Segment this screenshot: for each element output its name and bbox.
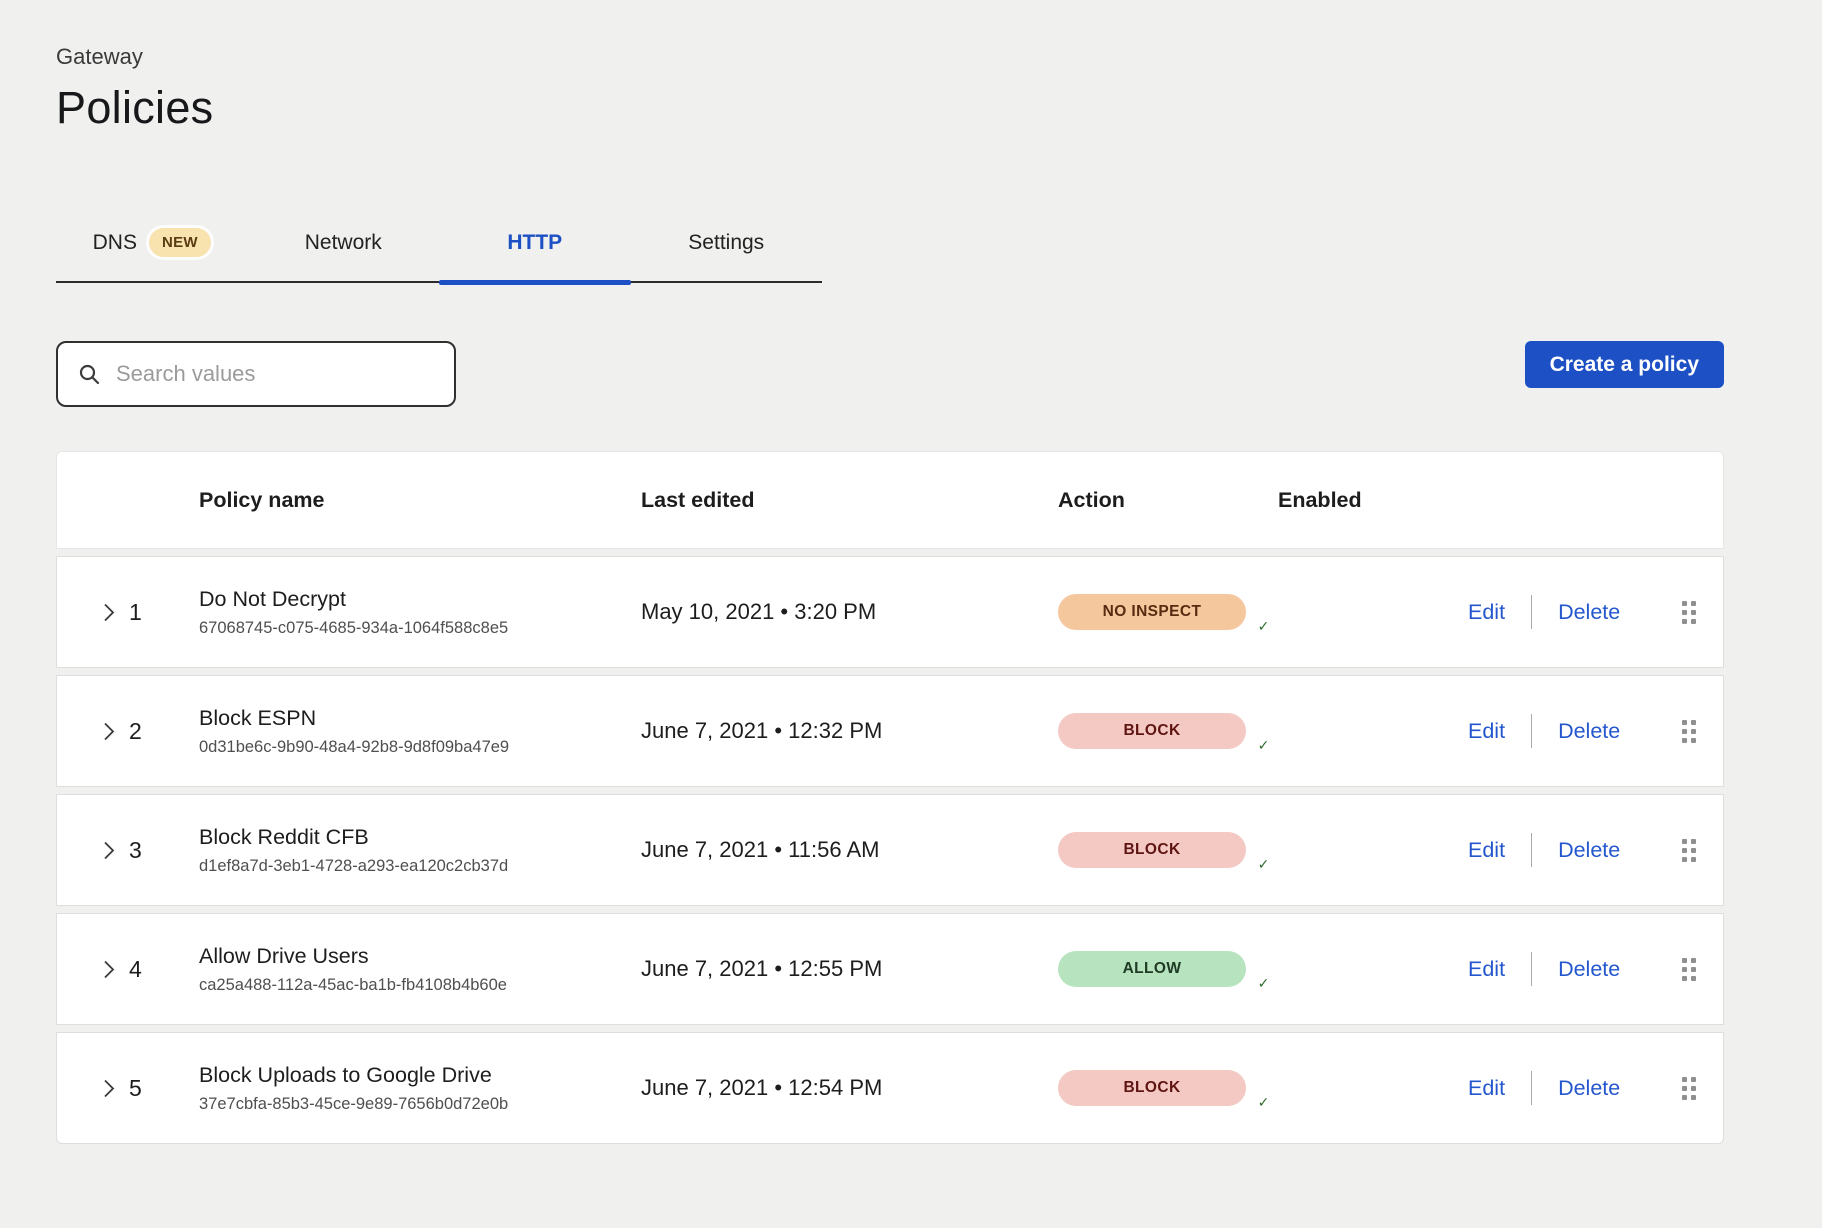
last-edited: June 7, 2021 • 12:55 PM	[641, 956, 1058, 982]
delete-link[interactable]: Delete	[1558, 600, 1620, 625]
toggle-check-icon: ✓	[1252, 1091, 1275, 1114]
edit-link[interactable]: Edit	[1468, 600, 1505, 625]
page-content: Gateway Policies DNS NEW Network HTTP Se…	[56, 0, 1724, 1144]
row-number: 4	[129, 956, 199, 983]
edit-link[interactable]: Edit	[1468, 838, 1505, 863]
actions-divider	[1531, 952, 1532, 986]
create-policy-button[interactable]: Create a policy	[1525, 341, 1724, 388]
tab-dns-label: DNS	[93, 231, 137, 255]
tab-settings-label: Settings	[688, 231, 764, 255]
last-edited: May 10, 2021 • 3:20 PM	[641, 599, 1058, 625]
edit-link[interactable]: Edit	[1468, 957, 1505, 982]
search-box	[56, 341, 456, 407]
expand-row-chevron-icon[interactable]	[96, 956, 122, 982]
tab-network-label: Network	[305, 231, 382, 255]
policy-uuid: d1ef8a7d-3eb1-4728-a293-ea120c2cb37d	[199, 857, 641, 876]
column-header-enabled: Enabled	[1278, 488, 1468, 513]
drag-handle-icon[interactable]	[1682, 601, 1696, 624]
policy-name: Do Not Decrypt	[199, 587, 641, 612]
last-edited: June 7, 2021 • 11:56 AM	[641, 837, 1058, 863]
table-row: 5 Block Uploads to Google Drive 37e7cbfa…	[56, 1032, 1724, 1144]
delete-link[interactable]: Delete	[1558, 838, 1620, 863]
edit-link[interactable]: Edit	[1468, 1076, 1505, 1101]
policy-name: Block ESPN	[199, 706, 641, 731]
delete-link[interactable]: Delete	[1558, 957, 1620, 982]
policy-uuid: 67068745-c075-4685-934a-1064f588c8e5	[199, 619, 641, 638]
policy-name: Block Uploads to Google Drive	[199, 1063, 641, 1088]
expand-row-chevron-icon[interactable]	[96, 837, 122, 863]
column-header-action: Action	[1058, 488, 1278, 513]
policy-name-cell: Block Uploads to Google Drive 37e7cbfa-8…	[199, 1063, 641, 1114]
search-icon	[77, 362, 101, 386]
drag-handle-icon[interactable]	[1682, 1077, 1696, 1100]
row-actions: Edit Delete	[1468, 833, 1658, 867]
last-edited: June 7, 2021 • 12:32 PM	[641, 718, 1058, 744]
edit-link[interactable]: Edit	[1468, 719, 1505, 744]
policy-name: Allow Drive Users	[199, 944, 641, 969]
tab-http-label: HTTP	[507, 231, 562, 255]
search-input[interactable]	[116, 361, 435, 387]
new-badge: NEW	[149, 228, 211, 257]
tab-http[interactable]: HTTP	[439, 228, 631, 281]
policy-name-cell: Do Not Decrypt 67068745-c075-4685-934a-1…	[199, 587, 641, 638]
tab-dns[interactable]: DNS NEW	[56, 228, 248, 281]
actions-divider	[1531, 1071, 1532, 1105]
row-actions: Edit Delete	[1468, 595, 1658, 629]
expand-row-chevron-icon[interactable]	[96, 599, 122, 625]
column-header-policy-name: Policy name	[199, 488, 641, 513]
policy-name-cell: Allow Drive Users ca25a488-112a-45ac-ba1…	[199, 944, 641, 995]
policy-name: Block Reddit CFB	[199, 825, 641, 850]
actions-divider	[1531, 833, 1532, 867]
row-actions: Edit Delete	[1468, 1071, 1658, 1105]
action-badge: BLOCK	[1058, 832, 1246, 868]
table-row: 3 Block Reddit CFB d1ef8a7d-3eb1-4728-a2…	[56, 794, 1724, 906]
row-number: 1	[129, 599, 199, 626]
expand-row-chevron-icon[interactable]	[96, 718, 122, 744]
action-badge: ALLOW	[1058, 951, 1246, 987]
table-header: Policy name Last edited Action Enabled	[56, 451, 1724, 549]
policy-name-cell: Block Reddit CFB d1ef8a7d-3eb1-4728-a293…	[199, 825, 641, 876]
drag-handle-icon[interactable]	[1682, 839, 1696, 862]
actions-divider	[1531, 595, 1532, 629]
delete-link[interactable]: Delete	[1558, 719, 1620, 744]
row-number: 2	[129, 718, 199, 745]
table-row: 2 Block ESPN 0d31be6c-9b90-48a4-92b8-9d8…	[56, 675, 1724, 787]
last-edited: June 7, 2021 • 12:54 PM	[641, 1075, 1058, 1101]
expand-row-chevron-icon[interactable]	[96, 1075, 122, 1101]
table-row: 4 Allow Drive Users ca25a488-112a-45ac-b…	[56, 913, 1724, 1025]
tab-settings[interactable]: Settings	[631, 228, 823, 281]
toolbar: Create a policy	[56, 341, 1724, 407]
policy-uuid: 37e7cbfa-85b3-45ce-9e89-7656b0d72e0b	[199, 1095, 641, 1114]
drag-handle-icon[interactable]	[1682, 720, 1696, 743]
row-actions: Edit Delete	[1468, 714, 1658, 748]
column-header-last-edited: Last edited	[641, 488, 1058, 513]
policy-name-cell: Block ESPN 0d31be6c-9b90-48a4-92b8-9d8f0…	[199, 706, 641, 757]
action-badge: NO INSPECT	[1058, 594, 1246, 630]
row-actions: Edit Delete	[1468, 952, 1658, 986]
breadcrumb: Gateway	[56, 0, 1724, 70]
row-number: 3	[129, 837, 199, 864]
delete-link[interactable]: Delete	[1558, 1076, 1620, 1101]
row-number: 5	[129, 1075, 199, 1102]
action-badge: BLOCK	[1058, 713, 1246, 749]
policy-table: Policy name Last edited Action Enabled 1…	[56, 451, 1724, 1144]
tab-bar: DNS NEW Network HTTP Settings	[56, 228, 822, 283]
tab-network[interactable]: Network	[248, 228, 440, 281]
page-title: Policies	[56, 82, 1724, 134]
action-badge: BLOCK	[1058, 1070, 1246, 1106]
toggle-check-icon: ✓	[1252, 615, 1275, 638]
toggle-check-icon: ✓	[1252, 853, 1275, 876]
toggle-check-icon: ✓	[1252, 734, 1275, 757]
policy-uuid: 0d31be6c-9b90-48a4-92b8-9d8f09ba47e9	[199, 738, 641, 757]
toggle-check-icon: ✓	[1252, 972, 1275, 995]
actions-divider	[1531, 714, 1532, 748]
drag-handle-icon[interactable]	[1682, 958, 1696, 981]
policy-uuid: ca25a488-112a-45ac-ba1b-fb4108b4b60e	[199, 976, 641, 995]
table-row: 1 Do Not Decrypt 67068745-c075-4685-934a…	[56, 556, 1724, 668]
